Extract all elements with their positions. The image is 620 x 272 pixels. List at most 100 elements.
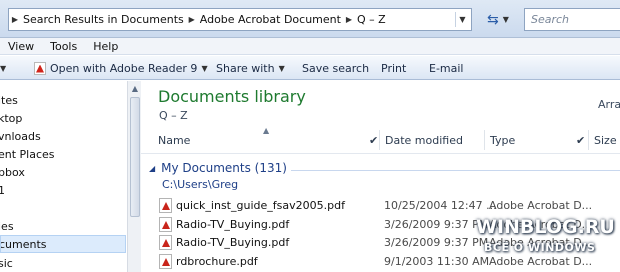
file-type: Adobe Acrobat D... <box>489 218 593 231</box>
column-divider[interactable] <box>484 130 485 150</box>
check-icon: ✔ <box>576 133 586 147</box>
chevron-down-icon: ▼ <box>278 63 285 73</box>
command-bar: ▼ Open with Adobe Reader 9 ▼ Share with … <box>0 56 620 80</box>
nav-item-label: ent Places <box>0 147 55 161</box>
column-type[interactable]: Type <box>490 126 515 154</box>
column-date-label: Date modified <box>385 133 463 147</box>
address-dropdown-icon[interactable]: ▼ <box>455 12 469 27</box>
refresh-icon: ⇆ <box>487 11 499 28</box>
nav-item-label: vnloads <box>0 129 41 143</box>
open-with-label: Open with Adobe Reader 9 <box>50 61 198 75</box>
organize-caret[interactable]: ▼ <box>0 56 6 80</box>
chevron-right-icon[interactable]: ▶ <box>343 15 355 24</box>
nav-item-label: ites <box>0 93 18 107</box>
pdf-file-icon <box>159 235 172 250</box>
nav-item-documents[interactable]: cuments <box>0 235 126 253</box>
share-with-button[interactable]: Share with ▼ <box>216 56 285 80</box>
search-placeholder: Search <box>531 13 570 26</box>
column-type-check[interactable]: ✔ <box>576 126 585 154</box>
nav-item-label: cuments <box>0 237 47 251</box>
file-date: 3/26/2009 9:37 PM <box>384 218 489 231</box>
pdf-file-icon <box>159 254 172 269</box>
nav-item-label: ies <box>0 219 14 233</box>
nav-item-music[interactable]: sic <box>0 254 126 272</box>
chevron-down-icon: ▼ <box>201 63 208 73</box>
menu-view[interactable]: View <box>8 40 34 53</box>
print-label: Print <box>381 61 407 75</box>
file-date: 3/26/2009 9:37 PM <box>384 236 489 249</box>
column-date-modified[interactable]: Date modified <box>385 126 463 154</box>
library-title: Documents library <box>158 87 306 106</box>
open-with-button[interactable]: Open with Adobe Reader 9 ▼ <box>34 56 208 80</box>
breadcrumb-file-type[interactable]: Adobe Acrobat Document <box>198 13 343 26</box>
column-divider[interactable] <box>588 130 589 150</box>
nav-item-label: 1 <box>0 184 5 197</box>
file-row[interactable]: Radio-TV_Buying.pdf 3/26/2009 9:37 PM Ad… <box>141 233 620 252</box>
address-bar[interactable]: ▶ Search Results in Documents ▶ Adobe Ac… <box>8 8 472 31</box>
content-pane: Documents library Q – Z Arra ▲ Name ✔ Da… <box>141 81 620 272</box>
column-divider[interactable] <box>379 130 380 150</box>
scroll-up-icon[interactable]: ▲ <box>128 81 142 95</box>
file-type: Adobe Acrobat D... <box>489 199 593 212</box>
file-row[interactable]: quick_inst_guide_fsav2005.pdf 10/25/2004… <box>141 196 620 215</box>
pdf-file-icon <box>159 217 172 232</box>
menu-help[interactable]: Help <box>93 40 118 53</box>
chevron-right-icon[interactable]: ▶ <box>186 15 198 24</box>
menu-bar: View Tools Help <box>0 38 620 55</box>
column-type-label: Type <box>490 133 516 147</box>
nav-item-label: pbox <box>0 165 25 179</box>
collapse-triangle-icon[interactable]: ◢ <box>149 164 155 173</box>
breadcrumb-range[interactable]: Q – Z <box>355 13 388 26</box>
navigation-pane: ites ktop vnloads ent Places pbox 1 ies … <box>0 81 128 272</box>
file-name: Radio-TV_Buying.pdf <box>176 218 290 231</box>
search-input[interactable]: Search <box>524 8 620 31</box>
file-name: quick_inst_guide_fsav2005.pdf <box>176 199 345 212</box>
pdf-file-icon <box>159 198 172 213</box>
save-search-label: Save search <box>302 61 370 75</box>
nav-item-label: ktop <box>0 111 23 125</box>
pdf-icon <box>34 61 46 75</box>
column-name-check[interactable]: ✔ <box>369 126 378 154</box>
sort-up-icon: ▲ <box>263 126 270 135</box>
nav-item-dropbox[interactable]: pbox <box>0 163 126 181</box>
column-size[interactable]: Size <box>594 126 617 154</box>
share-with-label: Share with <box>216 61 275 75</box>
nav-item-recent-places[interactable]: ent Places <box>0 145 126 163</box>
print-button[interactable]: Print <box>381 56 406 80</box>
refresh-button[interactable]: ⇆ ▼ <box>478 8 518 31</box>
group-title: My Documents (131) <box>161 161 287 175</box>
nav-item-desktop[interactable]: ktop <box>0 109 126 127</box>
email-label: E-mail <box>429 61 464 75</box>
nav-item-1[interactable]: 1 <box>0 181 126 199</box>
column-header-row: ▲ Name ✔ Date modified Type ✔ Size <box>141 126 620 154</box>
file-row[interactable]: rdbrochure.pdf 9/1/2003 11:30 AM Adobe A… <box>141 252 620 271</box>
column-name-label: Name <box>158 133 191 147</box>
group-header[interactable]: ◢ My Documents (131) <box>149 161 287 175</box>
chevron-right-icon[interactable]: ▶ <box>9 15 21 24</box>
breadcrumb-search-results[interactable]: Search Results in Documents <box>21 13 186 26</box>
address-strip: ▶ Search Results in Documents ▶ Adobe Ac… <box>0 0 620 38</box>
check-icon: ✔ <box>369 133 379 147</box>
column-name[interactable]: Name <box>158 126 190 154</box>
file-type: Adobe Acrobat D... <box>489 255 593 268</box>
file-date: 9/1/2003 11:30 AM <box>384 255 490 268</box>
file-row[interactable]: Radio-TV_Buying.pdf 3/26/2009 9:37 PM Ad… <box>141 215 620 234</box>
file-date: 10/25/2004 12:47 ... <box>384 199 497 212</box>
nav-item-favorites[interactable]: ites <box>0 91 126 109</box>
email-button[interactable]: E-mail <box>429 56 464 80</box>
nav-item-downloads[interactable]: vnloads <box>0 127 126 145</box>
column-size-label: Size <box>594 133 617 147</box>
file-name: rdbrochure.pdf <box>176 255 258 268</box>
file-name: Radio-TV_Buying.pdf <box>176 236 290 249</box>
nav-scrollbar[interactable]: ▲ <box>127 81 141 272</box>
file-type: Adobe Acrobat D... <box>489 236 593 249</box>
group-divider <box>291 170 620 171</box>
chevron-down-icon: ▼ <box>502 15 509 24</box>
scroll-thumb[interactable] <box>130 97 140 217</box>
library-subtitle: Q – Z <box>159 109 188 122</box>
nav-item-libraries[interactable]: ies <box>0 217 126 235</box>
menu-tools[interactable]: Tools <box>50 40 77 53</box>
arrange-by-button[interactable]: Arra <box>598 98 620 111</box>
save-search-button[interactable]: Save search <box>302 56 369 80</box>
chevron-down-icon: ▼ <box>0 63 7 73</box>
